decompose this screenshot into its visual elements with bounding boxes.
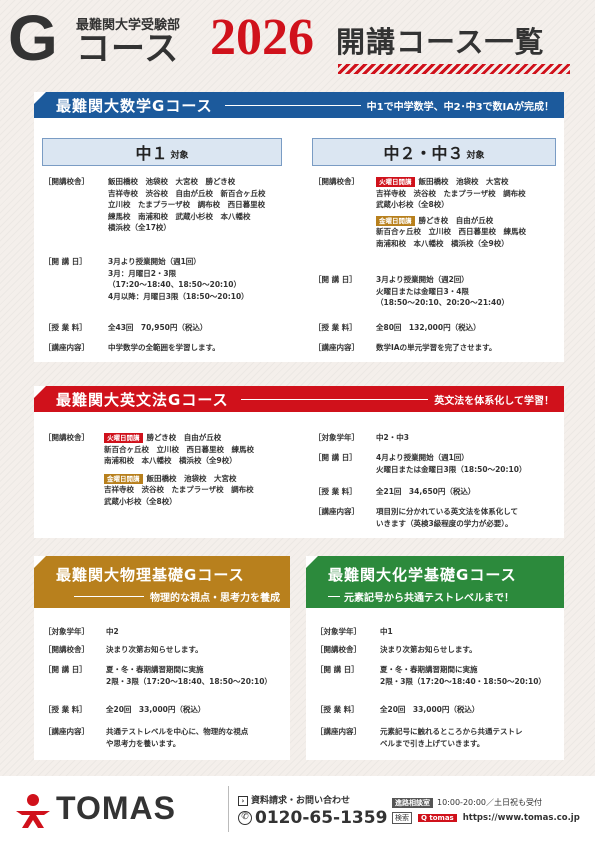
date-label: ［開 講 日］: [44, 665, 87, 674]
chemistry-title: 最難関大化学基礎Gコース: [328, 566, 517, 584]
date-label: ［開 講 日］: [44, 257, 87, 266]
english-header: 最難関大英文法Gコース 英文法を体系化して学習！: [34, 386, 564, 412]
chemistry-fee: 全20回 33,000円（税込）: [380, 705, 480, 714]
content-label: ［講座内容］: [316, 727, 361, 736]
request-link[interactable]: › 資料請求・お問い合わせ: [238, 793, 350, 806]
search-bar[interactable]: 検索 Q tomas https://www.tomas.co.jp: [392, 812, 580, 824]
date-label: ［開 講 日］: [314, 275, 357, 284]
grade-label: ［対象学年］: [316, 627, 361, 636]
content-label: ［講座内容］: [314, 507, 359, 516]
math-left-date: 3月より授業開始（週1回） 3月：月曜日2・3限 （17:20～18:40、18…: [108, 257, 249, 301]
content-label: ［講座内容］: [44, 727, 89, 736]
grade-label: ［対象学年］: [314, 433, 359, 442]
fee-label: ［授 業 料］: [316, 705, 359, 714]
course-word: コース: [76, 29, 180, 69]
chemistry-header: 最難関大化学基礎Gコース 元素記号から共通テストレベルまで！: [306, 556, 564, 608]
physics-date: 夏・冬・春期講習期間に実施 2限・3限（17:20～18:40、18:50～20…: [106, 665, 272, 686]
english-grade: 中2・中3: [376, 433, 409, 442]
physics-grade: 中2: [106, 627, 119, 636]
chemistry-content: 元素記号に触れるところから共通テストレ ベルまで引き上げていきます。: [380, 727, 523, 748]
date-label: ［開 講 日］: [316, 665, 359, 674]
footer-divider: [228, 786, 229, 832]
grade-label: ［対象学年］: [44, 627, 89, 636]
schools-label: ［開講校舎］: [44, 433, 89, 442]
friday-tag: 金曜日開講: [376, 215, 415, 226]
website-url[interactable]: https://www.tomas.co.jp: [463, 813, 580, 823]
tomas-logo-text: TOMAS: [56, 790, 176, 826]
chemistry-date: 夏・冬・春期講習期間に実施 2限・3限（17:20～18:40・18:50～20…: [380, 665, 546, 686]
math-right-content: 数学ⅠAの単元学習を完了させます。: [376, 343, 497, 352]
fee-label: ［授 業 料］: [314, 487, 357, 496]
math-subtitle: 中1で中学数学、中2･中3で数ⅠAが完成！: [366, 101, 554, 113]
english-title: 最難関大英文法Gコース: [56, 390, 229, 409]
english-schools: 火曜日開講 勝どき校 自由が丘校 新百合ヶ丘校 立川校 西日暮里校 練馬校 南浦和…: [104, 433, 254, 506]
math-header: 最難関大数学Gコース 中1で中学数学、中2･中3で数ⅠAが完成！: [34, 92, 564, 118]
fee-label: ［授 業 料］: [44, 323, 87, 332]
physics-header: 最難関大物理基礎Gコース 物理的な視点・思考力を養成: [34, 556, 290, 608]
friday-tag: 金曜日開講: [104, 473, 143, 484]
year: 2026: [210, 9, 314, 66]
schools-label: ［開講校舎］: [44, 177, 89, 186]
date-label: ［開 講 日］: [314, 453, 357, 462]
math-left-fee: 全43回 70,950円（税込）: [108, 323, 208, 332]
hours-info: 進路相談室 10:00-20:00／土日祝も受付: [392, 797, 542, 808]
english-date: 4月より授業開始（週1回） 火曜日または金曜日3限（18:50～20:10）: [376, 453, 527, 474]
physics-content: 共通テストレベルを中心に、物理的な視点 や思考力を養います。: [106, 727, 249, 748]
grade-header-jh23: 中２・中３ 対象: [312, 138, 556, 166]
title-underline: [338, 64, 570, 74]
math-right-date: 3月より授業開始（週2回） 火曜日または金曜日3・4限 （18:50～20:10…: [376, 275, 509, 307]
schools-label: ［開講校舎］: [314, 177, 359, 186]
grade-header-jh1: 中１ 対象: [42, 138, 282, 166]
english-subtitle: 英文法を体系化して学習！: [434, 395, 554, 407]
physics-schools: 決まり次第お知らせします。: [106, 645, 203, 654]
schools-label: ［開講校舎］: [44, 645, 89, 654]
search-query: Q tomas: [418, 814, 457, 822]
english-content: 項目別に分かれている英文法を体系化して いきます（英検3級程度の学力が必要）。: [376, 507, 519, 528]
schools-label: ［開講校舎］: [316, 645, 361, 654]
physics-subtitle: 物理的な視点・思考力を養成: [150, 593, 280, 604]
tuesday-tag: 火曜日開講: [376, 177, 415, 187]
physics-fee: 全20回 33,000円（税込）: [106, 705, 206, 714]
math-right-fee: 全80回 132,000円（税込）: [376, 323, 481, 332]
content-label: ［講座内容］: [314, 343, 359, 352]
chemistry-schools: 決まり次第お知らせします。: [380, 645, 477, 654]
search-box-label: 検索: [392, 812, 412, 824]
content-label: ［講座内容］: [44, 343, 89, 352]
phone-icon: ✆: [238, 811, 252, 825]
math-left-schools: 飯田橋校 池袋校 大宮校 勝どき校 吉祥寺校 渋谷校 自由が丘校 新百合ヶ丘校 …: [108, 177, 266, 232]
tuesday-tag: 火曜日開講: [104, 433, 143, 443]
math-title: 最難関大数学Gコース: [56, 96, 213, 115]
math-right-schools: 火曜日開講 飯田橋校 池袋校 大宮校 吉祥寺校 渋谷校 たまプラーザ校 調布校 武…: [376, 177, 526, 248]
tomas-logo-icon: [16, 794, 50, 828]
chemistry-grade: 中1: [380, 627, 393, 636]
g-letter: G: [8, 2, 58, 74]
math-left-content: 中学数学の全範囲を学習します。: [108, 343, 220, 352]
physics-title: 最難関大物理基礎Gコース: [56, 566, 245, 584]
english-fee: 全21回 34,650円（税込）: [376, 487, 476, 496]
page-title: 開講コース一覧: [336, 25, 545, 59]
fee-label: ［授 業 料］: [314, 323, 357, 332]
chemistry-subtitle: 元素記号から共通テストレベルまで！: [344, 593, 514, 604]
phone-number[interactable]: ✆ 0120-65-1359: [238, 808, 387, 828]
fee-label: ［授 業 料］: [44, 705, 87, 714]
